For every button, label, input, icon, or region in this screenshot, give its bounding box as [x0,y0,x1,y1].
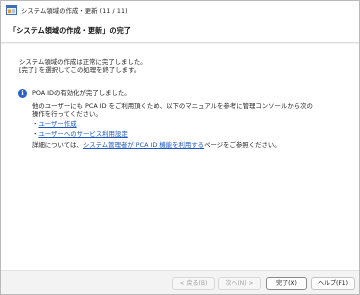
user-creation-link[interactable]: ユーザー作成 [38,120,76,128]
back-button[interactable]: < 戻る(B) [172,277,215,290]
detail-text: 詳細については、システム管理者が PCA ID 機能を利用するページをご参照くだ… [32,141,281,150]
admin-guide-link[interactable]: システム管理者が PCA ID 機能を利用する [83,141,204,149]
app-icon [6,5,17,15]
finish-button[interactable]: 完了(X) [266,277,307,290]
help-button[interactable]: ヘルプ(F1) [311,277,355,290]
window-title: システム領域の作成・更新 (11 / 11) [21,7,128,15]
page-title: 「システム領域の作成・更新」の完了 [9,26,131,35]
info-icon: i [18,89,27,98]
info-heading: POA IDの有効化が完了しました。 [32,89,131,97]
finish-instruction: [完了] を選択してこの処理を終了します。 [19,66,141,74]
list-item: ・ユーザー作成 [32,120,77,128]
instruction-text-line2: 操作を行ってください。 [32,110,102,118]
detail-prefix: 詳細については、 [32,141,83,149]
list-item: ・ユーザーへのサービス利用設定 [32,130,128,138]
wizard-footer: < 戻る(B) 次へ(N) > 完了(X) ヘルプ(F1) [1,270,359,294]
next-button[interactable]: 次へ(N) > [218,277,261,290]
wizard-content: システム領域の作成は正常に完了しました。 [完了] を選択してこの処理を終了しま… [1,44,359,270]
title-bar: システム領域の作成・更新 (11 / 11) [1,1,359,19]
detail-suffix: ページをご参照ください。 [204,141,281,149]
wizard-header: 「システム領域の作成・更新」の完了 [1,19,359,43]
service-settings-link[interactable]: ユーザーへのサービス利用設定 [38,130,127,138]
wizard-window: システム領域の作成・更新 (11 / 11) 「システム領域の作成・更新」の完了… [0,0,360,295]
